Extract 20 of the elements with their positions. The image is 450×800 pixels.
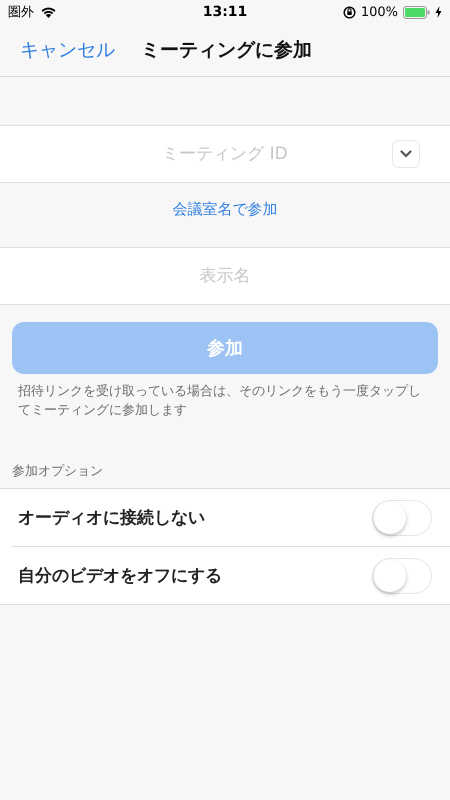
section-header: 参加オプション: [12, 463, 104, 480]
invite-link-hint: 招待リンクを受け取っている場合は、そのリンクをもう一度タップしてミーティングに参加します: [18, 383, 422, 420]
wifi-icon: [40, 6, 57, 18]
cancel-button[interactable]: キャンセル: [20, 37, 115, 63]
charging-bolt-icon: [435, 6, 442, 18]
join-by-room-name-link[interactable]: 会議室名で参加: [172, 200, 278, 219]
option-label: 自分のビデオをオフにする: [17, 565, 223, 587]
rotation-lock-icon: [342, 6, 356, 18]
screen-title: ミーティングに参加: [141, 38, 312, 63]
display-name-field[interactable]: 表示名: [0, 247, 450, 305]
clock-time: 13:11: [202, 4, 248, 20]
meeting-id-field[interactable]: ミーティング ID: [0, 125, 450, 183]
toggle-switch[interactable]: [372, 558, 432, 594]
carrier-text: 圏外: [8, 4, 34, 21]
battery-icon: [403, 6, 430, 18]
history-dropdown-button[interactable]: [392, 140, 420, 168]
battery-percent: 100%: [360, 4, 398, 20]
chevron-down-icon: [400, 150, 412, 158]
toggle-switch[interactable]: [372, 500, 432, 536]
option-label: オーディオに接続しない: [17, 507, 206, 529]
